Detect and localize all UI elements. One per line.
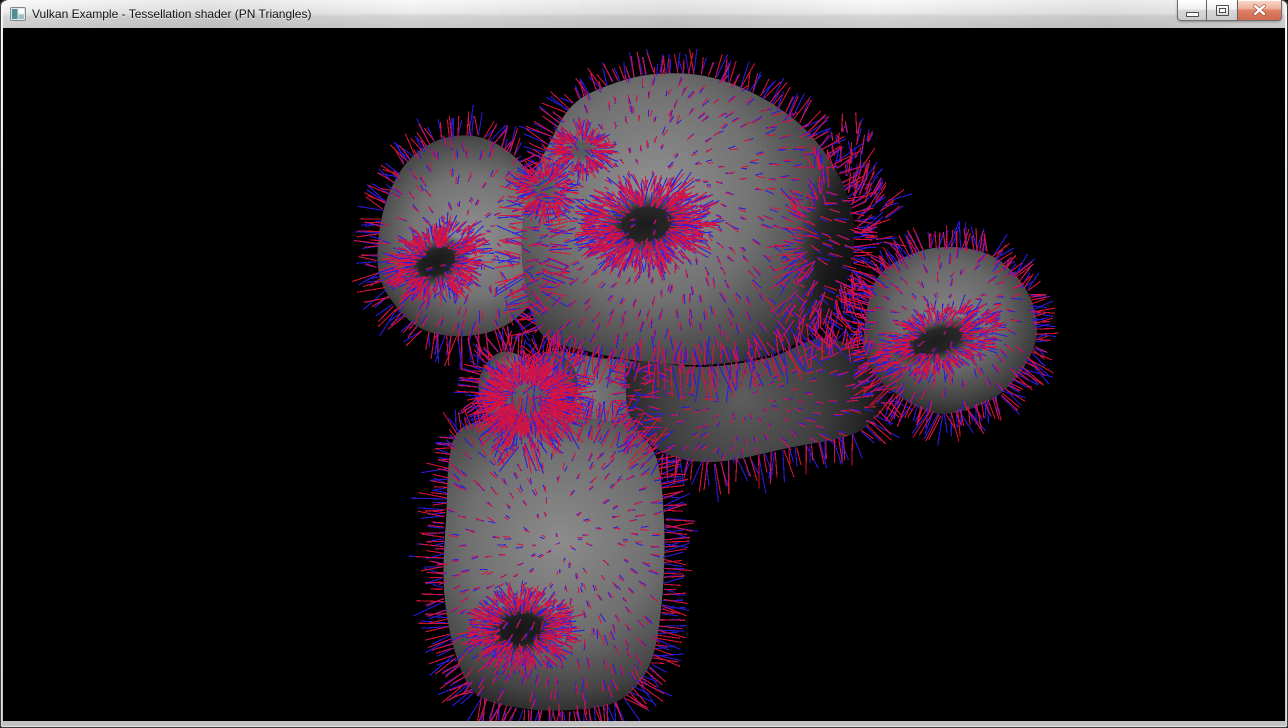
app-window: Vulkan Example - Tessellation shader (PN… — [0, 0, 1288, 728]
render-viewport[interactable] — [3, 28, 1285, 721]
window-title: Vulkan Example - Tessellation shader (PN… — [32, 7, 311, 21]
maximize-icon — [1216, 5, 1229, 16]
maximize-button[interactable] — [1207, 0, 1238, 21]
close-button[interactable] — [1238, 0, 1282, 21]
minimize-button[interactable] — [1177, 0, 1207, 21]
minimize-icon — [1186, 12, 1199, 17]
app-icon — [10, 6, 26, 22]
caption-buttons — [1177, 0, 1282, 21]
close-icon — [1252, 4, 1267, 16]
tessellation-normals-render — [3, 28, 1285, 721]
title-bar[interactable]: Vulkan Example - Tessellation shader (PN… — [3, 0, 1285, 28]
maximize-icon-inner — [1219, 8, 1226, 13]
